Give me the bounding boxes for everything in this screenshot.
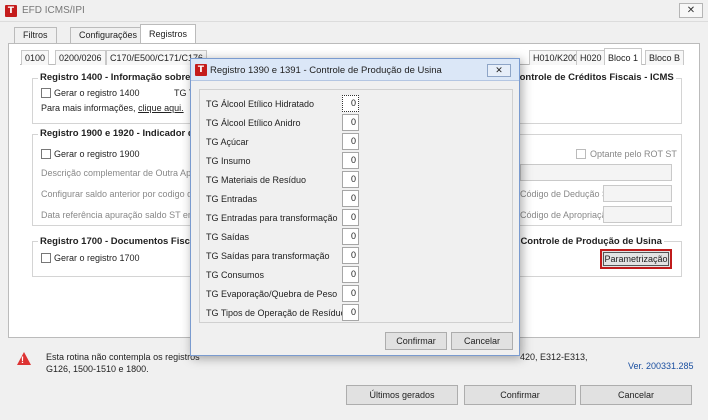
subtab-0200[interactable]: 0200/0206 — [55, 50, 106, 65]
input-acucar[interactable]: 0 — [342, 133, 359, 150]
subtab-h020[interactable]: H020 — [576, 50, 606, 65]
input-entradas-transformacao[interactable]: 0 — [342, 209, 359, 226]
codigo-apropriacao-field[interactable] — [603, 206, 672, 223]
tab-configuracoes[interactable]: Configurações — [70, 27, 147, 43]
label-gerar-1700: Gerar o registro 1700 — [54, 253, 140, 263]
input-alcool-anidro[interactable]: 0 — [342, 114, 359, 131]
window-title: EFD ICMS/IPI — [22, 5, 85, 16]
label-alcool-hidratado: TG Álcool Etílico Hidratado — [206, 99, 315, 109]
info-text: Para mais informações, clique aqui. — [41, 103, 184, 113]
dialog-close-button[interactable]: ✕ — [487, 64, 511, 77]
label-saidas: TG Saídas — [206, 232, 250, 242]
label-materiais-residuo: TG Materiais de Resíduo — [206, 175, 307, 185]
label-acucar: TG Açúcar — [206, 137, 249, 147]
input-entradas[interactable]: 0 — [342, 190, 359, 207]
tab-registros[interactable]: Registros — [140, 24, 197, 44]
codigo-deducao-field[interactable] — [603, 185, 672, 202]
label-gerar-1400: Gerar o registro 1400 — [54, 88, 140, 98]
checkbox-gerar-1700[interactable] — [41, 253, 51, 263]
input-saidas-transformacao[interactable]: 0 — [342, 247, 359, 264]
subtab-0100[interactable]: 0100 — [21, 50, 50, 65]
window-titlebar — [0, 0, 708, 22]
warning-icon-mark: ! — [21, 355, 24, 365]
checkbox-gerar-1900[interactable] — [41, 149, 51, 159]
subtab-bloco-b[interactable]: Bloco B — [645, 50, 685, 65]
subtab-h010-k200[interactable]: H010/K200 — [529, 50, 583, 65]
input-evaporacao[interactable]: 0 — [342, 285, 359, 302]
input-consumos[interactable]: 0 — [342, 266, 359, 283]
label-entradas-transformacao: TG Entradas para transformação — [206, 213, 338, 223]
clique-aqui-link[interactable]: clique aqui. — [138, 103, 184, 113]
label-consumos: TG Consumos — [206, 270, 265, 280]
dialog-cancelar-button[interactable]: Cancelar — [451, 332, 513, 350]
cancelar-button[interactable]: Cancelar — [580, 385, 692, 405]
input-tipos-operacao-residuo[interactable]: 0 — [342, 304, 359, 321]
input-alcool-hidratado[interactable]: 0 — [342, 95, 359, 112]
warning-icon — [17, 352, 31, 365]
dialog-logo-icon: T — [195, 64, 207, 76]
label-data-referencia: Data referência apuração saldo ST em — [41, 210, 196, 220]
subtab-bloco-1[interactable]: Bloco 1 — [604, 48, 643, 65]
label-codigo-deducao: Código de Dedução ST — [520, 189, 614, 199]
label-saidas-transformacao: TG Saídas para transformação — [206, 251, 330, 261]
dialog-confirmar-button[interactable]: Confirmar — [385, 332, 447, 350]
input-saidas[interactable]: 0 — [342, 228, 359, 245]
label-entradas: TG Entradas — [206, 194, 258, 204]
label-tipos-operacao-residuo: TG Tipos de Operação de Resíduo — [206, 308, 346, 318]
app-logo-icon: T — [5, 5, 17, 17]
input-materiais-residuo[interactable]: 0 — [342, 171, 359, 188]
input-insumo[interactable]: 0 — [342, 152, 359, 169]
label-insumo: TG Insumo — [206, 156, 251, 166]
label-rot-st: Optante pelo ROT ST — [590, 149, 677, 159]
confirmar-button[interactable]: Confirmar — [464, 385, 576, 405]
checkbox-gerar-1400[interactable] — [41, 88, 51, 98]
label-alcool-anidro: TG Álcool Etílico Anidro — [206, 118, 301, 128]
checkbox-rot-st[interactable] — [576, 149, 586, 159]
version-label: Ver. 200331.285 — [628, 361, 694, 371]
label-gerar-1900: Gerar o registro 1900 — [54, 149, 140, 159]
descricao-complementar-field[interactable] — [520, 164, 672, 181]
tab-filtros[interactable]: Filtros — [14, 27, 57, 43]
controle-producao-dialog: T Registro 1390 e 1391 - Controle de Pro… — [190, 58, 520, 356]
label-evaporacao: TG Evaporação/Quebra de Peso — [206, 289, 338, 299]
parametrizacao-button[interactable]: Parametrização — [600, 249, 672, 269]
ultimos-gerados-button[interactable]: Últimos gerados — [346, 385, 458, 405]
dialog-title: Registro 1390 e 1391 - Controle de Produ… — [210, 65, 442, 76]
window-close-button[interactable]: ✕ — [679, 3, 703, 18]
